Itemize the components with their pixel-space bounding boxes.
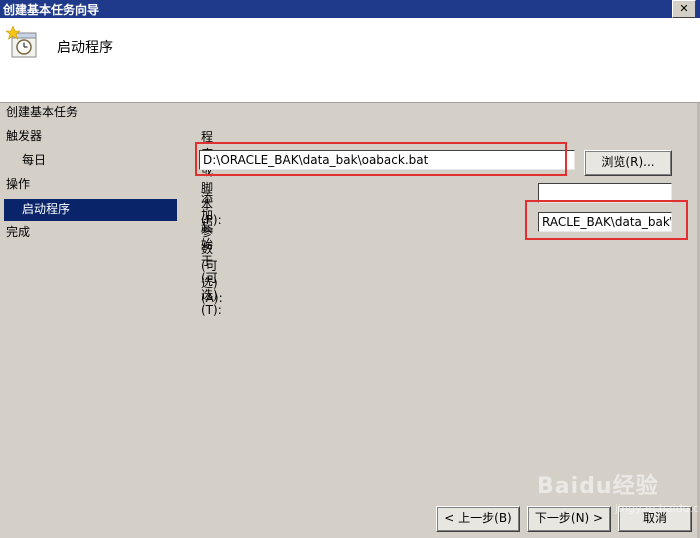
nav-item-action[interactable]: 操作 bbox=[6, 175, 30, 197]
close-button[interactable]: ✕ bbox=[672, 0, 696, 18]
program-input[interactable]: D:\ORACLE_BAK\data_bak\oaback.bat bbox=[199, 150, 575, 170]
baidu-watermark: Baidu经验 jingyan.baidu.com bbox=[537, 466, 700, 515]
args-input[interactable] bbox=[538, 183, 672, 203]
nav-item-daily[interactable]: 每日 bbox=[22, 151, 46, 173]
start-in-label: 起始于(可选)(T): bbox=[201, 220, 222, 317]
task-clock-icon bbox=[6, 26, 37, 58]
back-button[interactable]: < 上一步(B) bbox=[436, 506, 520, 532]
title-bar: 创建基本任务向导 ✕ bbox=[0, 0, 700, 18]
watermark-text: Baidu经验 bbox=[537, 474, 659, 499]
watermark-sub: jingyan.baidu.com bbox=[615, 502, 700, 515]
wizard-header: 启动程序 bbox=[0, 18, 700, 103]
start-in-input[interactable]: RACLE_BAK\data_bak\ bbox=[538, 212, 672, 232]
nav-item-trigger[interactable]: 触发器 bbox=[6, 127, 42, 149]
nav-item-start-program[interactable]: 启动程序 bbox=[4, 199, 177, 221]
next-button[interactable]: 下一步(N) > bbox=[527, 506, 611, 532]
window-title: 创建基本任务向导 bbox=[3, 3, 100, 17]
nav-item-finish[interactable]: 完成 bbox=[6, 223, 30, 245]
step-title: 启动程序 bbox=[57, 40, 113, 56]
browse-button[interactable]: 浏览(R)... bbox=[584, 150, 672, 176]
nav-item-create-basic-task[interactable]: 创建基本任务 bbox=[6, 103, 78, 125]
close-icon: ✕ bbox=[679, 2, 689, 15]
